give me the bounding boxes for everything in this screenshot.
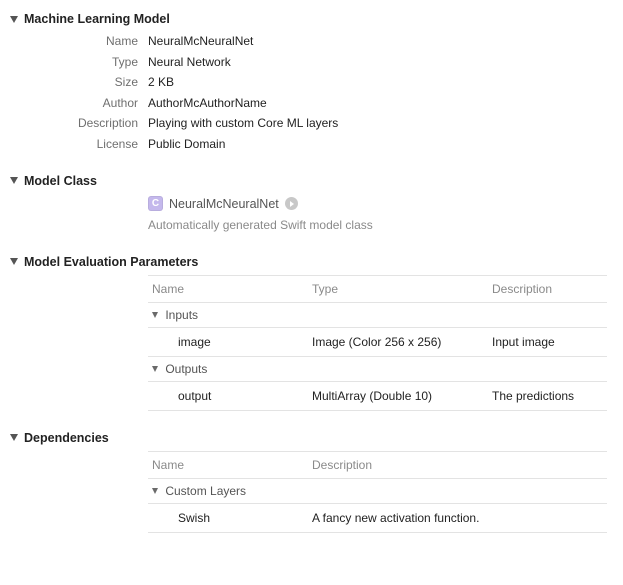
section-model-class: Model Class C NeuralMcNeuralNet Automati… — [10, 174, 613, 235]
label: Size — [10, 73, 148, 92]
cell-name: Swish — [174, 504, 308, 532]
deps-section-title: Dependencies — [24, 431, 109, 445]
cell-desc: A fancy new activation function. — [308, 504, 607, 532]
eval-section-header[interactable]: Model Evaluation Parameters — [10, 255, 613, 269]
cell-type: Image (Color 256 x 256) — [308, 328, 488, 356]
col-desc: Description — [488, 276, 607, 302]
inputs-group-row[interactable]: Inputs — [148, 303, 607, 328]
custom-layers-group-row[interactable]: Custom Layers — [148, 479, 607, 504]
ml-properties: Name NeuralMcNeuralNet Type Neural Netwo… — [10, 32, 613, 154]
deps-section-header[interactable]: Dependencies — [10, 431, 613, 445]
class-name-link[interactable]: NeuralMcNeuralNet — [169, 194, 279, 214]
col-type: Type — [308, 276, 488, 302]
disclosure-triangle-icon — [10, 16, 18, 23]
label: Type — [10, 53, 148, 72]
cell-desc: Input image — [488, 328, 607, 356]
class-section-header[interactable]: Model Class — [10, 174, 613, 188]
outputs-label: Outputs — [148, 357, 308, 381]
value: Playing with custom Core ML layers — [148, 114, 338, 133]
eval-table: Name Type Description Inputs image Image… — [148, 275, 607, 411]
custom-layers-text: Custom Layers — [165, 484, 246, 498]
label: Name — [10, 32, 148, 51]
deps-table: Name Description Custom Layers Swish A f… — [148, 451, 607, 533]
prop-license: License Public Domain — [10, 135, 613, 154]
prop-author: Author AuthorMcAuthorName — [10, 94, 613, 113]
table-header-row: Name Description — [148, 452, 607, 479]
prop-type: Type Neural Network — [10, 53, 613, 72]
label: Description — [10, 114, 148, 133]
col-desc: Description — [308, 452, 607, 478]
ml-section-title: Machine Learning Model — [24, 12, 170, 26]
cell-name: image — [174, 328, 308, 356]
value: NeuralMcNeuralNet — [148, 32, 253, 51]
disclosure-triangle-icon — [10, 258, 18, 265]
value: 2 KB — [148, 73, 174, 92]
disclosure-triangle-icon — [152, 312, 158, 318]
class-badge-icon: C — [148, 196, 163, 211]
label: Author — [10, 94, 148, 113]
section-ml-model: Machine Learning Model Name NeuralMcNeur… — [10, 12, 613, 154]
disclosure-triangle-icon — [152, 366, 158, 372]
cell-name: output — [174, 382, 308, 410]
section-eval-params: Model Evaluation Parameters Name Type De… — [10, 255, 613, 411]
prop-description: Description Playing with custom Core ML … — [10, 114, 613, 133]
prop-name: Name NeuralMcNeuralNet — [10, 32, 613, 51]
class-section-title: Model Class — [24, 174, 97, 188]
navigate-arrow-icon[interactable] — [285, 197, 298, 210]
eval-section-title: Model Evaluation Parameters — [24, 255, 198, 269]
ml-section-header[interactable]: Machine Learning Model — [10, 12, 613, 26]
class-body: C NeuralMcNeuralNet Automatically genera… — [10, 194, 613, 235]
prop-size: Size 2 KB — [10, 73, 613, 92]
inputs-label: Inputs — [148, 303, 308, 327]
disclosure-triangle-icon — [152, 488, 158, 494]
table-header-row: Name Type Description — [148, 276, 607, 303]
class-link-row: C NeuralMcNeuralNet — [148, 194, 613, 214]
class-caption: Automatically generated Swift model clas… — [148, 216, 613, 235]
col-name: Name — [148, 452, 308, 478]
value: Public Domain — [148, 135, 225, 154]
disclosure-triangle-icon — [10, 434, 18, 441]
cell-type: MultiArray (Double 10) — [308, 382, 488, 410]
col-name: Name — [148, 276, 308, 302]
table-row: image Image (Color 256 x 256) Input imag… — [148, 328, 607, 357]
inputs-text: Inputs — [165, 308, 198, 322]
value: Neural Network — [148, 53, 231, 72]
table-row: output MultiArray (Double 10) The predic… — [148, 382, 607, 411]
disclosure-triangle-icon — [10, 177, 18, 184]
label: License — [10, 135, 148, 154]
outputs-group-row[interactable]: Outputs — [148, 357, 607, 382]
value: AuthorMcAuthorName — [148, 94, 267, 113]
table-row: Swish A fancy new activation function. — [148, 504, 607, 533]
section-dependencies: Dependencies Name Description Custom Lay… — [10, 431, 613, 533]
custom-layers-label: Custom Layers — [148, 479, 308, 503]
cell-desc: The predictions — [488, 382, 607, 410]
outputs-text: Outputs — [165, 362, 207, 376]
